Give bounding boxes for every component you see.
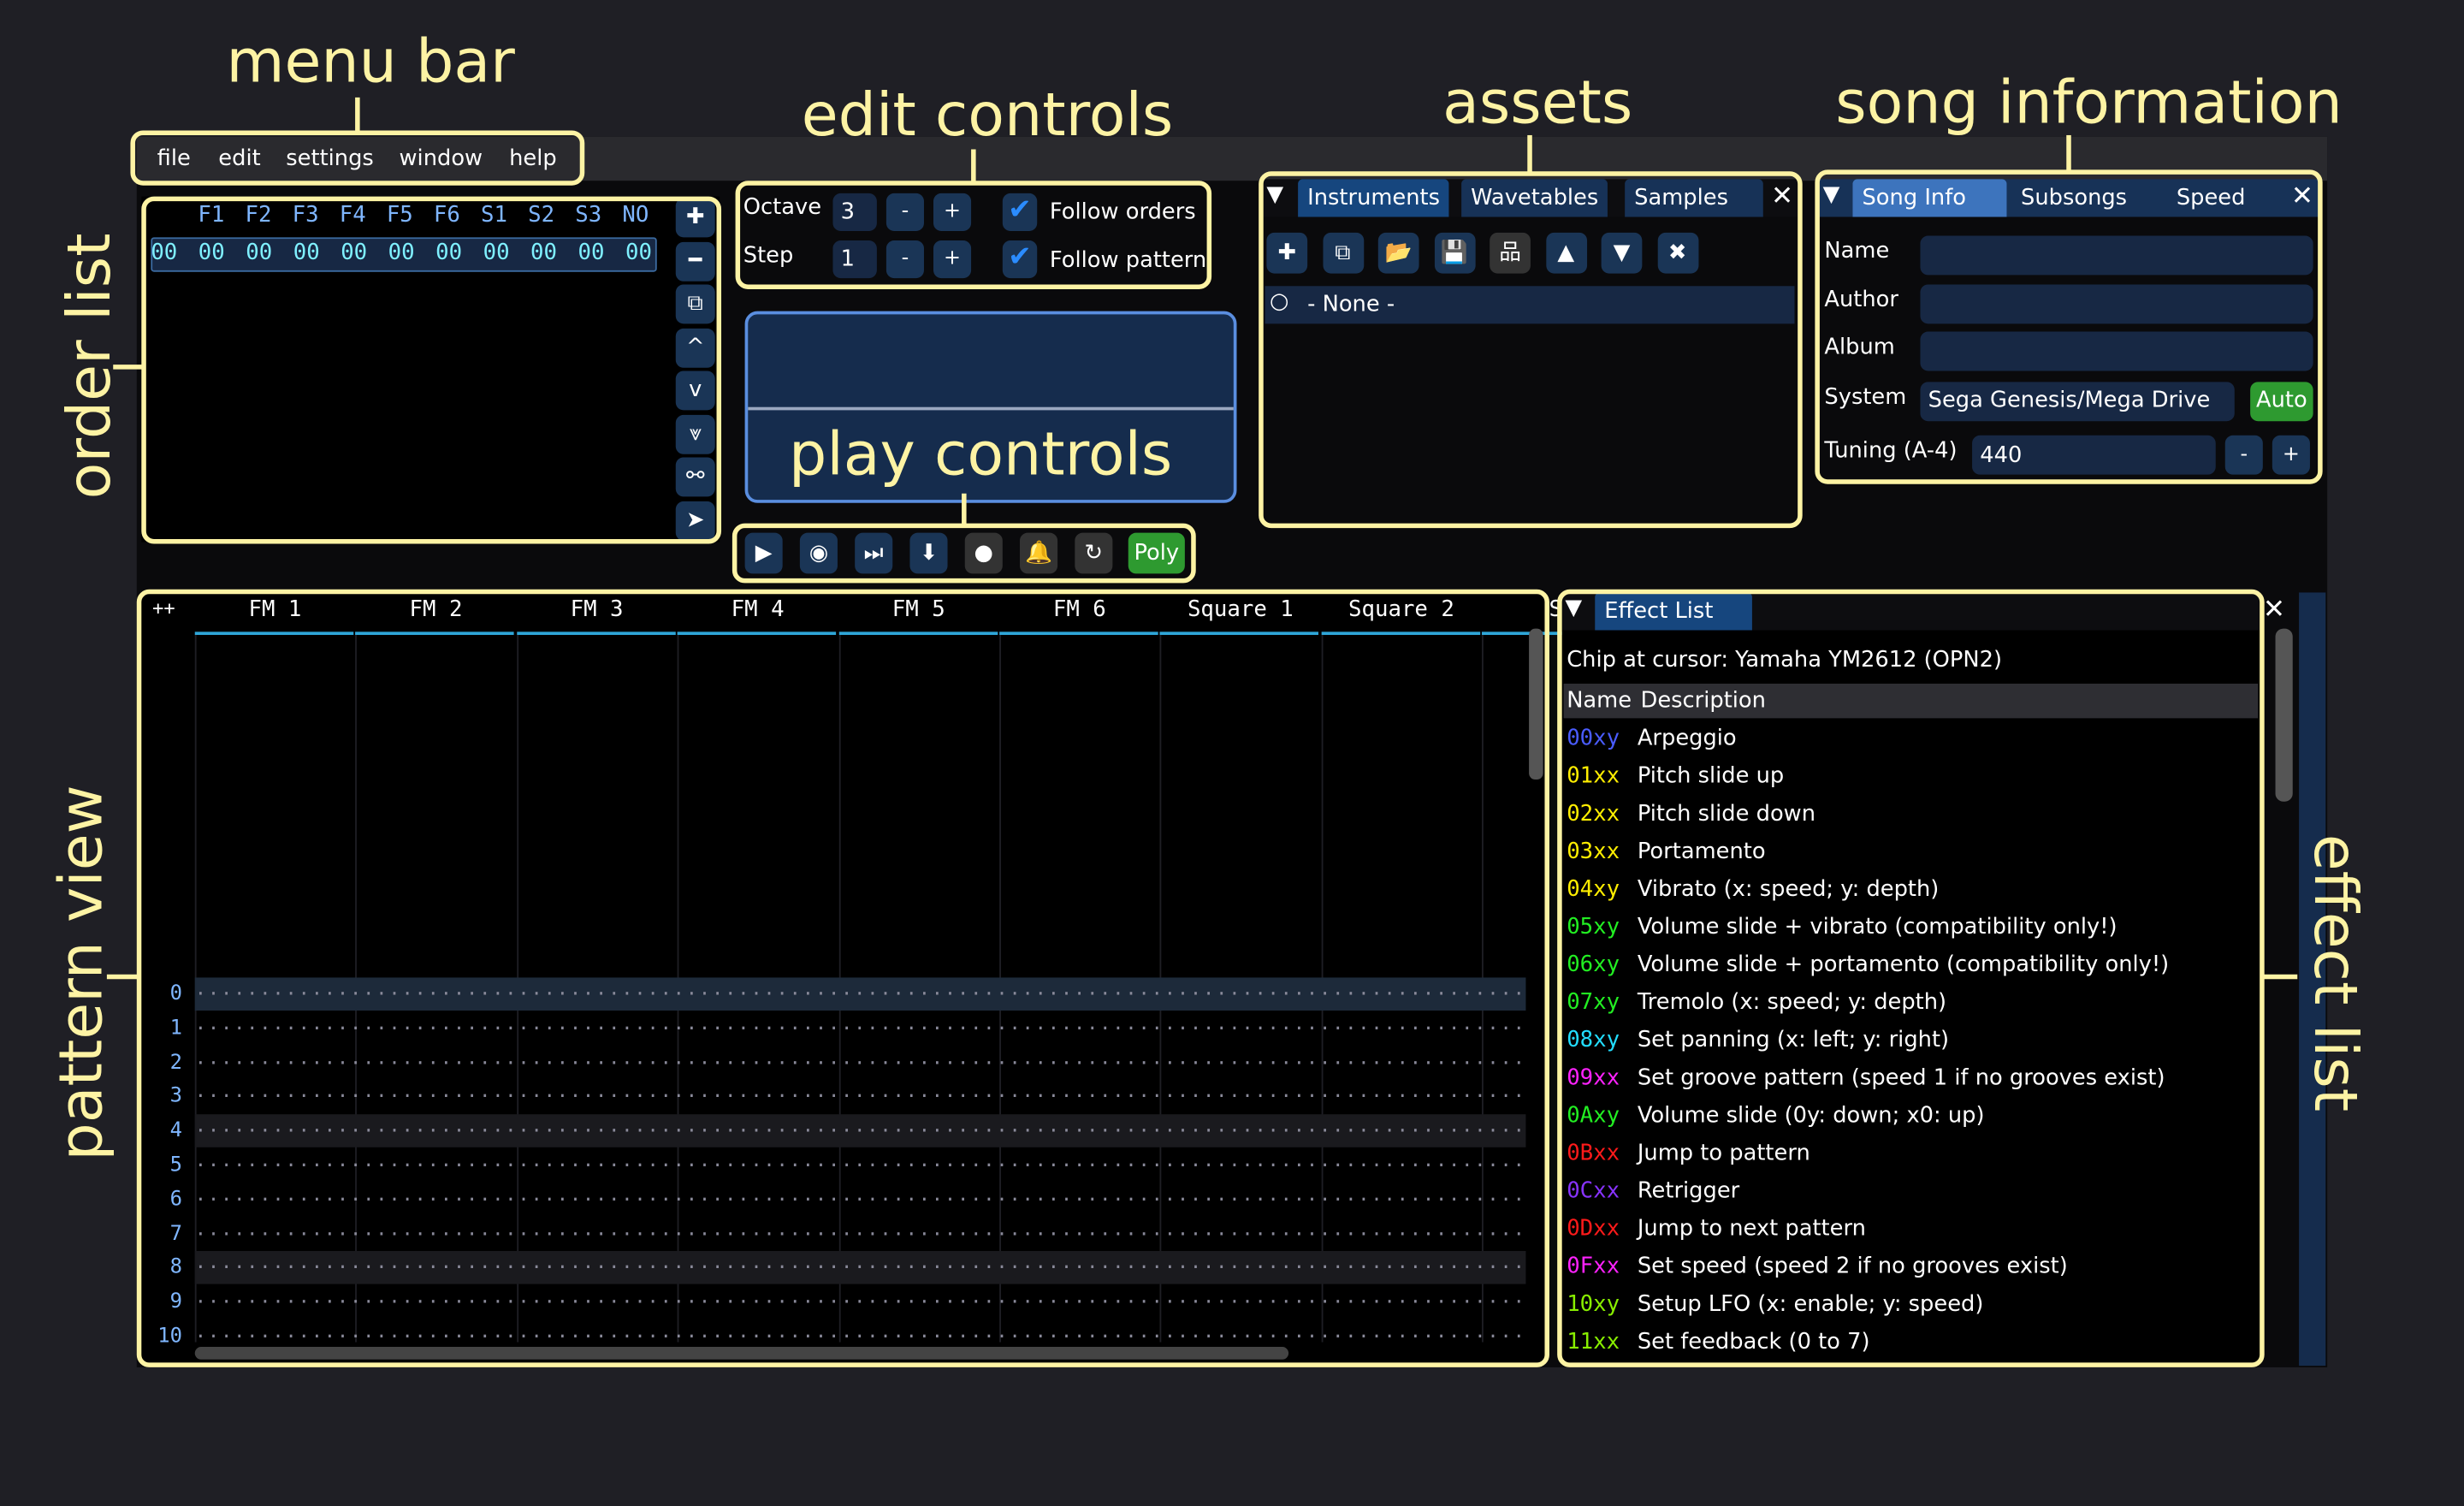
annotation-edit-controls: edit controls bbox=[801, 80, 1174, 150]
annotation-box-edit-controls bbox=[735, 181, 1212, 289]
scope-line bbox=[748, 406, 1234, 411]
annotation-pattern-view: pattern view bbox=[46, 785, 116, 1161]
annotation-box-order-list bbox=[141, 196, 722, 544]
annotation-stem bbox=[1527, 134, 1532, 174]
annotation-stem bbox=[971, 149, 976, 183]
annotation-stem bbox=[2262, 974, 2298, 980]
annotation-play-controls: play controls bbox=[789, 419, 1173, 489]
annotation-stem bbox=[2066, 134, 2071, 172]
annotation-box-pattern-view bbox=[136, 589, 1549, 1367]
annotation-box-play-controls bbox=[732, 523, 1196, 584]
annotation-box-effect-list bbox=[1557, 589, 2265, 1367]
effect-list-scrollbar[interactable] bbox=[2275, 628, 2293, 802]
annotation-order-list: order list bbox=[54, 233, 124, 500]
annotation-box-song-information bbox=[1815, 169, 2323, 484]
annotation-box-assets bbox=[1259, 171, 1803, 529]
annotation-menu-bar: menu bar bbox=[226, 27, 515, 97]
annotation-song-information: song information bbox=[1835, 67, 2343, 137]
annotation-effect-list: effect list bbox=[2301, 833, 2371, 1112]
annotation-stem bbox=[355, 97, 360, 133]
annotation-assets: assets bbox=[1442, 67, 1633, 137]
annotation-stem bbox=[962, 493, 967, 525]
annotation-box-menu-bar bbox=[130, 130, 585, 186]
close-icon[interactable]: ✕ bbox=[2263, 594, 2285, 626]
